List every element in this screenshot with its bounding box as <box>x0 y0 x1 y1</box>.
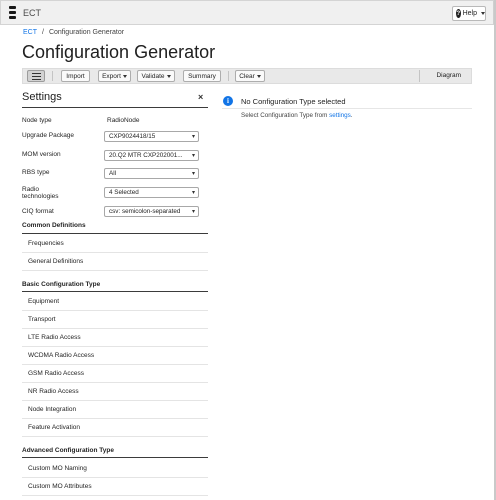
toolbar-divider <box>419 70 420 82</box>
chevron-down-icon: ▾ <box>191 190 195 196</box>
nav-item-equipment[interactable]: Equipment <box>22 293 208 311</box>
rbs-type-value: All <box>109 170 116 177</box>
settings-title: Settings <box>22 91 62 103</box>
list-view-button[interactable] <box>27 70 45 82</box>
radio-technologies-label-line2: technologies <box>22 193 59 200</box>
upgrade-package-value: CXP9024418/15 <box>109 133 156 140</box>
ciq-format-value: csv: semicolon-separated <box>109 208 181 215</box>
section-divider <box>22 233 208 234</box>
ericsson-logo-icon <box>9 6 16 19</box>
info-divider <box>222 108 472 109</box>
chevron-down-icon <box>166 74 171 78</box>
chevron-down-icon: ▾ <box>191 209 195 215</box>
clear-button[interactable]: Clear <box>235 70 265 82</box>
nav-item-transport[interactable]: Transport <box>22 311 208 329</box>
mom-version-label: MOM version <box>22 151 61 158</box>
import-button[interactable]: Import <box>61 70 90 82</box>
section-divider <box>22 291 208 292</box>
radio-technologies-label-line1: Radio <box>22 186 39 193</box>
upgrade-package-label: Upgrade Package <box>22 132 75 139</box>
help-button[interactable]: ? Help <box>452 6 486 21</box>
summary-button[interactable]: Summary <box>183 70 221 82</box>
settings-link[interactable]: settings <box>329 112 351 119</box>
close-icon[interactable]: × <box>198 92 203 102</box>
ciq-format-select[interactable]: csv: semicolon-separated ▾ <box>104 206 199 217</box>
breadcrumb: ECT / Configuration Generator <box>23 29 124 36</box>
validate-button[interactable]: Validate <box>137 70 175 82</box>
section-basic-configuration-type: Basic Configuration Type <box>22 281 101 288</box>
section-divider <box>22 457 208 458</box>
nav-item-wcdma-radio-access[interactable]: WCDMA Radio Access <box>22 347 208 365</box>
chevron-down-icon: ▾ <box>191 171 195 177</box>
nav-item-node-integration[interactable]: Node Integration <box>22 401 208 419</box>
import-label: Import <box>66 72 85 80</box>
toolbar-divider <box>228 71 229 81</box>
top-bar: ECT ? Help <box>0 0 494 25</box>
rbs-type-label: RBS type <box>22 169 50 176</box>
chevron-down-icon <box>481 12 485 15</box>
nav-item-custom-mo-attributes[interactable]: Custom MO Attributes <box>22 478 208 496</box>
toolbar-divider <box>52 71 53 81</box>
settings-divider <box>22 107 208 108</box>
toolbar: Import Export Validate Summary Clear Dia… <box>22 68 472 84</box>
nav-item-lte-radio-access[interactable]: LTE Radio Access <box>22 329 208 347</box>
question-circle-icon: ? <box>456 9 461 18</box>
rbs-type-select[interactable]: All ▾ <box>104 168 199 179</box>
info-message-text: Select Configuration Type from <box>241 112 330 119</box>
breadcrumb-root-link[interactable]: ECT <box>23 29 37 36</box>
info-message-end: . <box>350 112 353 119</box>
chevron-down-icon <box>122 74 127 78</box>
validate-label: Validate <box>141 72 165 80</box>
radio-technologies-select[interactable]: 4 Selected ▾ <box>104 187 199 198</box>
node-type-value: RadioNode <box>107 117 140 124</box>
breadcrumb-current: Configuration Generator <box>48 29 125 36</box>
ciq-format-label: CIQ format <box>22 208 54 215</box>
page-title: Configuration Generator <box>22 42 216 62</box>
nav-item-frequencies[interactable]: Frequencies <box>22 235 208 253</box>
diagram-button[interactable]: Diagram <box>436 72 461 79</box>
chevron-down-icon: ▾ <box>191 153 195 159</box>
node-type-label: Node type <box>22 117 52 124</box>
list-icon <box>31 72 41 80</box>
nav-item-feature-activation[interactable]: Feature Activation <box>22 419 208 437</box>
info-icon: i <box>223 96 233 106</box>
info-message: Select Configuration Type from settings. <box>241 112 353 119</box>
section-common-definitions: Common Definitions <box>22 222 86 229</box>
info-title: No Configuration Type selected <box>241 97 346 106</box>
nav-item-custom-mo-naming[interactable]: Custom MO Naming <box>22 460 208 478</box>
nav-item-general-definitions[interactable]: General Definitions <box>22 253 208 271</box>
nav-item-nr-radio-access[interactable]: NR Radio Access <box>22 383 208 401</box>
breadcrumb-separator: / <box>42 29 44 36</box>
mom-version-value: 20.Q2 MTR CXP202001... <box>109 152 183 159</box>
nav-item-gsm-radio-access[interactable]: GSM Radio Access <box>22 365 208 383</box>
help-label: Help <box>462 10 477 17</box>
chevron-down-icon: ▾ <box>191 134 195 140</box>
upgrade-package-select[interactable]: CXP9024418/15 ▾ <box>104 131 199 142</box>
chevron-down-icon <box>256 74 261 78</box>
app-name: ECT <box>23 8 41 18</box>
radio-technologies-label: Radio technologies <box>22 186 59 200</box>
export-label: Export <box>102 72 121 80</box>
clear-label: Clear <box>239 72 255 80</box>
summary-label: Summary <box>188 72 216 80</box>
export-button[interactable]: Export <box>98 70 131 82</box>
section-advanced-configuration-type: Advanced Configuration Type <box>22 447 114 454</box>
radio-technologies-value: 4 Selected <box>109 189 139 196</box>
mom-version-select[interactable]: 20.Q2 MTR CXP202001... ▾ <box>104 150 199 161</box>
